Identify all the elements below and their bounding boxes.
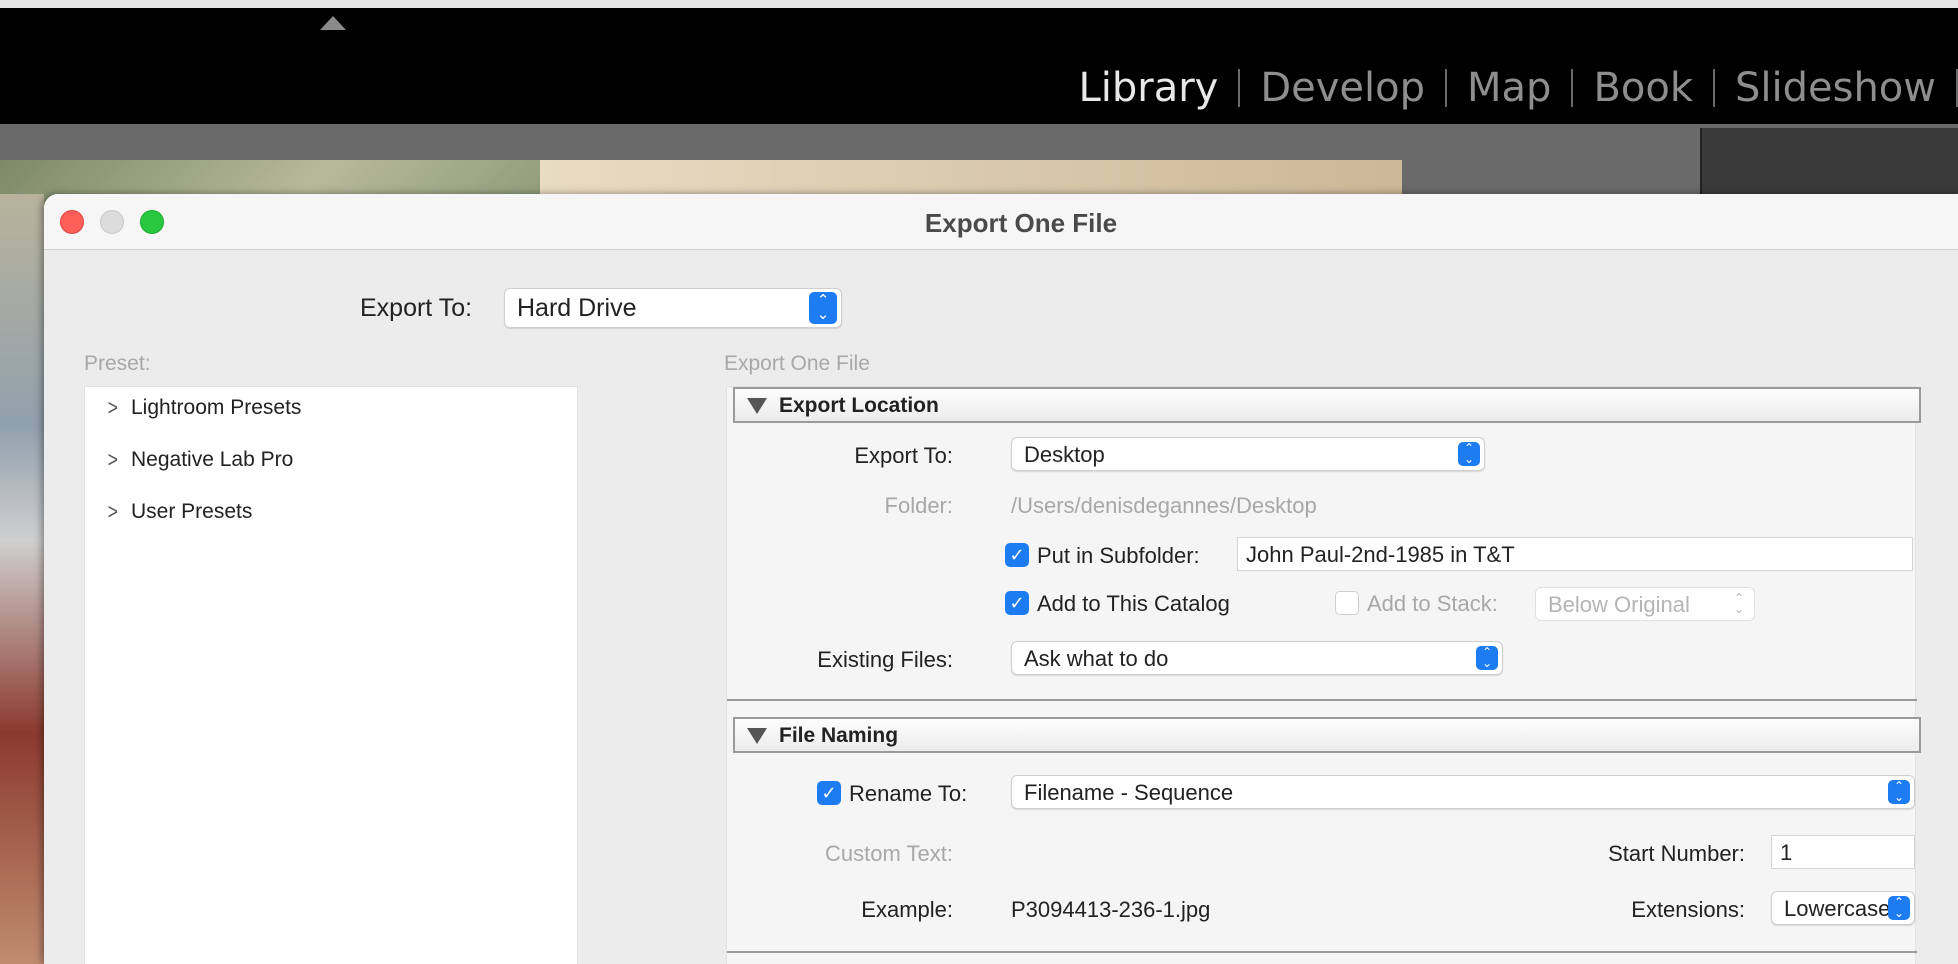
export-settings-panel: Export Location Export To: Desktop ⌃ ⌄ Fo… — [726, 386, 1921, 964]
start-number-input[interactable]: 1 — [1771, 835, 1915, 869]
folder-label: Folder: — [884, 493, 953, 518]
preset-folder-lightroom[interactable]: > Lightroom Presets — [105, 395, 302, 421]
select-arrows-icon: ⌃ ⌄ — [1733, 591, 1745, 616]
rename-template-value: Filename - Sequence — [1024, 780, 1234, 805]
select-arrows-icon: ⌃ ⌄ — [1888, 780, 1910, 804]
custom-text-label: Custom Text: — [825, 841, 953, 866]
export-to-label: Export To: — [360, 294, 473, 322]
module-book[interactable]: Book — [1573, 64, 1713, 112]
preset-folder-label: User Presets — [131, 500, 253, 523]
export-to-value: Hard Drive — [517, 294, 637, 322]
rename-to-checkbox[interactable]: ✓ — [817, 781, 841, 805]
subfolder-input[interactable]: John Paul-2nd-1985 in T&T — [1237, 537, 1913, 571]
file-naming-section-header[interactable]: File Naming — [733, 717, 1921, 753]
disclosure-triangle-icon — [747, 728, 767, 744]
module-library[interactable]: Library — [1058, 64, 1238, 112]
rename-to-label: Rename To: — [849, 781, 968, 806]
dialog-titlebar: Export One File — [44, 194, 1958, 250]
disclosure-triangle-icon — [747, 398, 767, 414]
background-right-panel — [1700, 128, 1958, 198]
select-arrows-icon: ⌃ ⌄ — [1888, 896, 1910, 920]
section-title: File Naming — [779, 724, 899, 747]
subfolder-label: Put in Subfolder: — [1037, 543, 1200, 568]
panel-header-label: Export One File — [724, 352, 870, 375]
start-number-label: Start Number: — [1608, 841, 1745, 866]
module-map[interactable]: Map — [1447, 64, 1571, 112]
export-to-select[interactable]: Hard Drive ⌃ ⌄ — [504, 288, 842, 328]
existing-files-value: Ask what to do — [1024, 646, 1169, 671]
stack-position-select[interactable]: Below Original ⌃ ⌄ — [1535, 587, 1755, 621]
collapse-panel-arrow-icon[interactable] — [320, 16, 346, 30]
stack-position-value: Below Original — [1548, 592, 1690, 617]
module-develop[interactable]: Develop — [1240, 64, 1445, 112]
example-filename: P3094413-236-1.jpg — [1011, 897, 1211, 922]
example-label: Example: — [861, 897, 953, 922]
location-export-to-value: Desktop — [1024, 442, 1105, 467]
rename-template-select[interactable]: Filename - Sequence ⌃ ⌄ — [1011, 775, 1915, 809]
section-title: Export Location — [779, 394, 939, 417]
preset-folder-negative-lab-pro[interactable]: > Negative Lab Pro — [105, 447, 294, 473]
module-picker: Library Develop Map Book Slideshow — [1058, 64, 1958, 112]
dialog-title: Export One File — [924, 208, 1118, 238]
add-to-catalog-checkbox[interactable]: ✓ — [1005, 591, 1029, 615]
extensions-label: Extensions: — [1631, 897, 1745, 922]
folder-path: /Users/denisdegannes/Desktop — [1011, 493, 1317, 518]
extensions-value: Lowercase — [1784, 896, 1891, 921]
existing-files-select[interactable]: Ask what to do ⌃ ⌄ — [1011, 641, 1503, 675]
extensions-select[interactable]: Lowercase ⌃ ⌄ — [1771, 891, 1915, 925]
select-arrows-icon: ⌃ ⌄ — [1476, 646, 1498, 670]
chevron-right-icon: > — [107, 395, 118, 420]
location-export-to-select[interactable]: Desktop ⌃ ⌄ — [1011, 437, 1485, 471]
preset-label: Preset: — [84, 352, 151, 375]
section-divider — [727, 699, 1917, 701]
preset-folder-label: Lightroom Presets — [131, 396, 302, 419]
module-picker-bar: Library Develop Map Book Slideshow — [0, 0, 1958, 124]
section-divider — [727, 951, 1917, 953]
preset-folder-user[interactable]: > User Presets — [105, 499, 253, 525]
export-location-section-header[interactable]: Export Location — [733, 387, 1921, 423]
select-arrows-icon: ⌃ ⌄ — [1458, 442, 1480, 466]
module-slideshow[interactable]: Slideshow — [1715, 64, 1956, 112]
put-in-subfolder-checkbox[interactable]: ✓ — [1005, 543, 1029, 567]
chevron-right-icon: > — [107, 499, 118, 524]
preset-list: > Lightroom Presets > Negative Lab Pro >… — [84, 386, 578, 964]
add-to-catalog-label: Add to This Catalog — [1037, 591, 1230, 616]
add-to-stack-checkbox[interactable]: ✓ — [1335, 591, 1359, 615]
background-photo-edge — [0, 194, 44, 964]
add-to-stack-label: Add to Stack: — [1367, 591, 1498, 616]
existing-files-label: Existing Files: — [817, 647, 953, 672]
export-dialog: Export One File Export To: Hard Drive ⌃ ⌄… — [44, 194, 1958, 964]
select-arrows-icon: ⌃ ⌄ — [809, 292, 837, 324]
chevron-right-icon: > — [107, 447, 118, 472]
preset-folder-label: Negative Lab Pro — [131, 448, 294, 471]
location-export-to-label: Export To: — [854, 443, 953, 468]
